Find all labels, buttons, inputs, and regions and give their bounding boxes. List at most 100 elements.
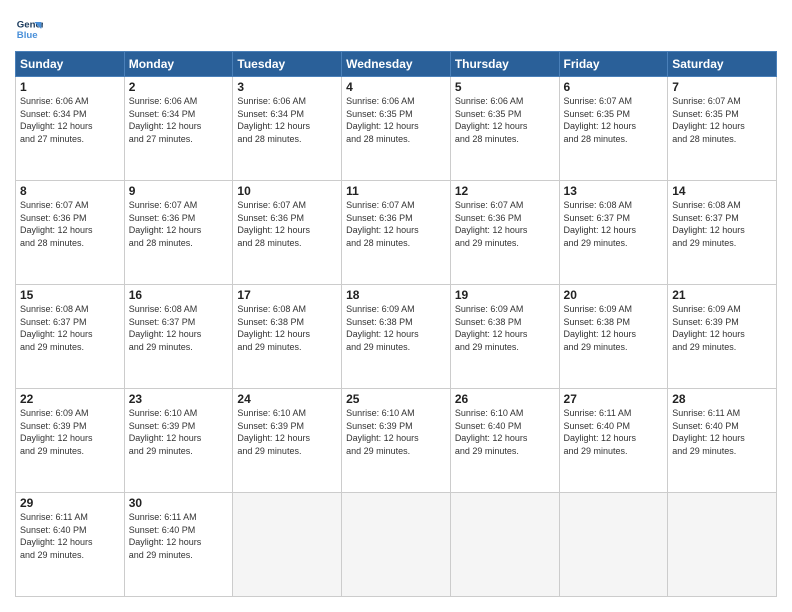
day-number: 3 (237, 80, 337, 94)
day-number: 23 (129, 392, 229, 406)
day-number: 5 (455, 80, 555, 94)
week-row-4: 22Sunrise: 6:09 AMSunset: 6:39 PMDayligh… (16, 389, 777, 493)
day-cell: 27Sunrise: 6:11 AMSunset: 6:40 PMDayligh… (559, 389, 668, 493)
day-info: Sunrise: 6:09 AMSunset: 6:38 PMDaylight:… (455, 303, 555, 353)
day-cell: 30Sunrise: 6:11 AMSunset: 6:40 PMDayligh… (124, 493, 233, 597)
day-cell: 14Sunrise: 6:08 AMSunset: 6:37 PMDayligh… (668, 181, 777, 285)
day-cell: 2Sunrise: 6:06 AMSunset: 6:34 PMDaylight… (124, 77, 233, 181)
header-cell-monday: Monday (124, 52, 233, 77)
day-cell: 28Sunrise: 6:11 AMSunset: 6:40 PMDayligh… (668, 389, 777, 493)
week-row-2: 8Sunrise: 6:07 AMSunset: 6:36 PMDaylight… (16, 181, 777, 285)
day-info: Sunrise: 6:09 AMSunset: 6:39 PMDaylight:… (672, 303, 772, 353)
week-row-3: 15 Sunrise: 6:08 AMSunset: 6:37 PMDayligh… (16, 285, 777, 389)
header-cell-thursday: Thursday (450, 52, 559, 77)
day-number: 11 (346, 184, 446, 198)
day-info: Sunrise: 6:08 AMSunset: 6:37 PMDaylight:… (564, 199, 664, 249)
day-info: Sunrise: 6:06 AMSunset: 6:34 PMDaylight:… (20, 95, 120, 145)
day-info: Sunrise: 6:09 AMSunset: 6:38 PMDaylight:… (564, 303, 664, 353)
day-cell: 15Sunrise: 6:08 AMSunset: 6:37 PMDayligh… (16, 285, 125, 389)
header-cell-wednesday: Wednesday (342, 52, 451, 77)
day-cell: 21Sunrise: 6:09 AMSunset: 6:39 PMDayligh… (668, 285, 777, 389)
day-number: 25 (346, 392, 446, 406)
day-number: 2 (129, 80, 229, 94)
day-number: 1 (20, 80, 120, 94)
day-info: Sunrise: 6:10 AMSunset: 6:40 PMDaylight:… (455, 407, 555, 457)
day-cell: 25Sunrise: 6:10 AMSunset: 6:39 PMDayligh… (342, 389, 451, 493)
day-number: 14 (672, 184, 772, 198)
day-cell: 20Sunrise: 6:09 AMSunset: 6:38 PMDayligh… (559, 285, 668, 389)
header: General Blue (15, 15, 777, 43)
day-info: Sunrise: 6:06 AMSunset: 6:34 PMDaylight:… (129, 95, 229, 145)
day-cell: 24Sunrise: 6:10 AMSunset: 6:39 PMDayligh… (233, 389, 342, 493)
day-cell: 11Sunrise: 6:07 AMSunset: 6:36 PMDayligh… (342, 181, 451, 285)
day-info: Sunrise: 6:07 AMSunset: 6:36 PMDaylight:… (346, 199, 446, 249)
day-cell: 6Sunrise: 6:07 AMSunset: 6:35 PMDaylight… (559, 77, 668, 181)
week-row-5: 29Sunrise: 6:11 AMSunset: 6:40 PMDayligh… (16, 493, 777, 597)
day-cell: 18Sunrise: 6:09 AMSunset: 6:38 PMDayligh… (342, 285, 451, 389)
header-row: SundayMondayTuesdayWednesdayThursdayFrid… (16, 52, 777, 77)
week-row-1: 1Sunrise: 6:06 AMSunset: 6:34 PMDaylight… (16, 77, 777, 181)
day-cell: 13Sunrise: 6:08 AMSunset: 6:37 PMDayligh… (559, 181, 668, 285)
day-number: 18 (346, 288, 446, 302)
day-number: 29 (20, 496, 120, 510)
day-info: Sunrise: 6:06 AMSunset: 6:35 PMDaylight:… (455, 95, 555, 145)
day-cell: 29Sunrise: 6:11 AMSunset: 6:40 PMDayligh… (16, 493, 125, 597)
day-info: Sunrise: 6:06 AMSunset: 6:35 PMDaylight:… (346, 95, 446, 145)
day-number: 9 (129, 184, 229, 198)
day-number: 16 (129, 288, 229, 302)
day-cell: 10Sunrise: 6:07 AMSunset: 6:36 PMDayligh… (233, 181, 342, 285)
header-cell-friday: Friday (559, 52, 668, 77)
day-cell: 4Sunrise: 6:06 AMSunset: 6:35 PMDaylight… (342, 77, 451, 181)
day-info: Sunrise: 6:11 AMSunset: 6:40 PMDaylight:… (672, 407, 772, 457)
day-info: Sunrise: 6:07 AMSunset: 6:35 PMDaylight:… (672, 95, 772, 145)
logo-icon: General Blue (15, 15, 43, 43)
day-cell (233, 493, 342, 597)
day-info: Sunrise: 6:11 AMSunset: 6:40 PMDaylight:… (129, 511, 229, 561)
day-number: 8 (20, 184, 120, 198)
day-cell: 9Sunrise: 6:07 AMSunset: 6:36 PMDaylight… (124, 181, 233, 285)
logo: General Blue (15, 15, 43, 43)
day-number: 17 (237, 288, 337, 302)
day-cell: 23Sunrise: 6:10 AMSunset: 6:39 PMDayligh… (124, 389, 233, 493)
day-info: Sunrise: 6:10 AMSunset: 6:39 PMDaylight:… (346, 407, 446, 457)
day-info: Sunrise: 6:06 AMSunset: 6:34 PMDaylight:… (237, 95, 337, 145)
calendar-body: 1Sunrise: 6:06 AMSunset: 6:34 PMDaylight… (16, 77, 777, 597)
day-info: Sunrise: 6:09 AMSunset: 6:39 PMDaylight:… (20, 407, 120, 457)
header-cell-tuesday: Tuesday (233, 52, 342, 77)
day-number: 26 (455, 392, 555, 406)
day-number: 28 (672, 392, 772, 406)
day-info: Sunrise: 6:10 AMSunset: 6:39 PMDaylight:… (129, 407, 229, 457)
day-number: 12 (455, 184, 555, 198)
day-number: 27 (564, 392, 664, 406)
day-cell: 19Sunrise: 6:09 AMSunset: 6:38 PMDayligh… (450, 285, 559, 389)
day-cell (559, 493, 668, 597)
day-info: Sunrise: 6:07 AMSunset: 6:35 PMDaylight:… (564, 95, 664, 145)
day-cell: 3Sunrise: 6:06 AMSunset: 6:34 PMDaylight… (233, 77, 342, 181)
day-number: 7 (672, 80, 772, 94)
day-number: 21 (672, 288, 772, 302)
day-number: 19 (455, 288, 555, 302)
day-number: 10 (237, 184, 337, 198)
day-cell: 22Sunrise: 6:09 AMSunset: 6:39 PMDayligh… (16, 389, 125, 493)
day-cell (342, 493, 451, 597)
calendar-header: SundayMondayTuesdayWednesdayThursdayFrid… (16, 52, 777, 77)
day-info: Sunrise: 6:08 AMSunset: 6:37 PMDaylight:… (129, 303, 229, 353)
day-info: Sunrise: 6:07 AMSunset: 6:36 PMDaylight:… (20, 199, 120, 249)
day-info: Sunrise: 6:10 AMSunset: 6:39 PMDaylight:… (237, 407, 337, 457)
day-cell: 5Sunrise: 6:06 AMSunset: 6:35 PMDaylight… (450, 77, 559, 181)
day-cell: 12Sunrise: 6:07 AMSunset: 6:36 PMDayligh… (450, 181, 559, 285)
day-cell: 1Sunrise: 6:06 AMSunset: 6:34 PMDaylight… (16, 77, 125, 181)
day-number: 15 (20, 288, 120, 302)
svg-text:Blue: Blue (17, 30, 38, 41)
day-number: 4 (346, 80, 446, 94)
day-info: Sunrise: 6:11 AMSunset: 6:40 PMDaylight:… (564, 407, 664, 457)
day-info: Sunrise: 6:11 AMSunset: 6:40 PMDaylight:… (20, 511, 120, 561)
day-info: Sunrise: 6:07 AMSunset: 6:36 PMDaylight:… (129, 199, 229, 249)
day-info: Sunrise: 6:08 AMSunset: 6:38 PMDaylight:… (237, 303, 337, 353)
day-number: 20 (564, 288, 664, 302)
day-cell (450, 493, 559, 597)
day-info: Sunrise: 6:07 AMSunset: 6:36 PMDaylight:… (237, 199, 337, 249)
day-number: 30 (129, 496, 229, 510)
day-cell: 8Sunrise: 6:07 AMSunset: 6:36 PMDaylight… (16, 181, 125, 285)
day-cell: 26Sunrise: 6:10 AMSunset: 6:40 PMDayligh… (450, 389, 559, 493)
